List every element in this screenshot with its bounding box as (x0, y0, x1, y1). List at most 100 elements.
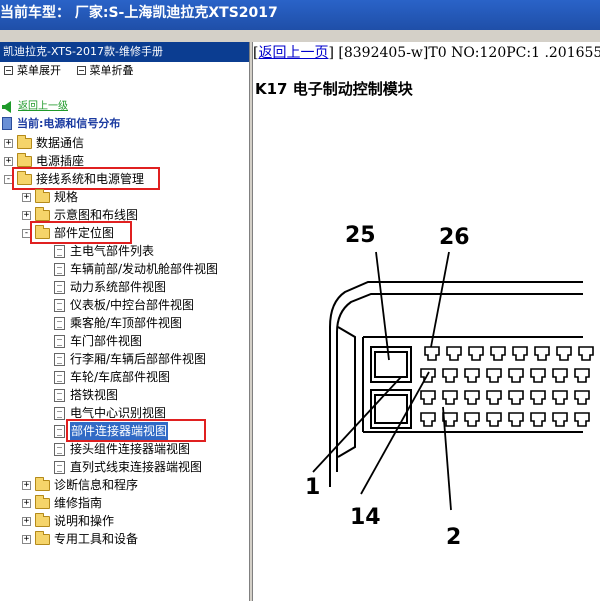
connector-pin (464, 412, 480, 427)
window-title-bar: 当前车型： 厂家:S-上海凯迪拉克XTS2017 (0, 0, 600, 30)
tree-item-label: 专用工具和设备 (54, 532, 139, 546)
content-breadcrumb: [返回上一页] [8392405-w]T0 NO:120PC:1 .201655 (253, 42, 600, 64)
expand-all-button[interactable]: 菜单展开 (4, 62, 61, 80)
expand-icon (4, 66, 13, 75)
connector-pin (574, 390, 590, 405)
connector-pin (468, 346, 484, 361)
connector-pin (574, 368, 590, 383)
callout-2: 2 (446, 525, 461, 550)
tree-item-label: 行李厢/车辆后部部件视图 (70, 352, 207, 366)
tree-item-label: 动力系统部件视图 (70, 280, 167, 294)
collapse-all-label: 菜单折叠 (89, 64, 134, 77)
folder-icon (35, 513, 50, 527)
tree-item[interactable]: 接头组件连接器端视图 (0, 440, 249, 458)
connector-pin (442, 368, 458, 383)
expand-toggle-icon[interactable]: + (22, 193, 31, 202)
connector-pin (424, 346, 440, 361)
callout-25: 25 (345, 223, 376, 248)
connector-pin (508, 412, 524, 427)
connector-pin (512, 346, 528, 361)
connector-pin (442, 390, 458, 405)
tree-item[interactable]: + 维修指南 (0, 494, 249, 512)
folder-icon (35, 207, 50, 221)
tree-item[interactable]: 乘客舱/车顶部件视图 (0, 314, 249, 332)
tree-item[interactable]: + 数据通信 (0, 134, 249, 152)
connector-pin (486, 412, 502, 427)
document-icon (54, 281, 65, 294)
document-icon (54, 317, 65, 330)
document-icon (54, 299, 65, 312)
tree-item[interactable]: 主电气部件列表 (0, 242, 249, 260)
connector-pin (556, 346, 572, 361)
tree-item[interactable]: 行李厢/车辆后部部件视图 (0, 350, 249, 368)
expand-toggle-icon[interactable]: + (4, 157, 13, 166)
tree-item-label: 规格 (54, 190, 79, 204)
document-icon (54, 263, 65, 276)
tree-item[interactable]: + 说明和操作 (0, 512, 249, 530)
callout-26: 26 (439, 225, 470, 250)
window-title: 当前车型： 厂家:S-上海凯迪拉克XTS2017 (0, 5, 278, 21)
collapse-all-button[interactable]: 菜单折叠 (76, 62, 134, 80)
tree-item-label: 仪表板/中控台部件视图 (70, 298, 195, 312)
page-title: K17 电子制动控制模块 (255, 80, 413, 98)
tree-item[interactable]: 动力系统部件视图 (0, 278, 249, 296)
connector-pin (530, 390, 546, 405)
connector-pin (490, 346, 506, 361)
back-page-link[interactable]: 返回上一页 (258, 45, 328, 61)
folder-icon (35, 189, 50, 203)
callout-1: 1 (305, 475, 320, 500)
tree-item[interactable]: 车门部件视图 (0, 332, 249, 350)
tree-item[interactable]: 仪表板/中控台部件视图 (0, 296, 249, 314)
tree-item[interactable]: 车辆前部/发动机舱部件视图 (0, 260, 249, 278)
tree-item[interactable]: 直列式线束连接器端视图 (0, 458, 249, 476)
expand-toggle-icon[interactable]: + (4, 139, 13, 148)
document-icon (54, 335, 65, 348)
connector-pin (420, 390, 436, 405)
window-menu-gap (0, 30, 600, 42)
document-icon (54, 371, 65, 384)
tree-item-label: 车门部件视图 (70, 334, 143, 348)
tree-item[interactable]: 车轮/车底部件视图 (0, 368, 249, 386)
folder-icon (17, 153, 32, 167)
tree-item[interactable]: + 专用工具和设备 (0, 530, 249, 548)
tree-toolbar: 菜单展开 菜单折叠 (0, 62, 249, 80)
expand-toggle-icon[interactable]: + (22, 211, 31, 220)
expand-toggle-icon[interactable]: + (22, 499, 31, 508)
connector-pin (574, 412, 590, 427)
connector-pin (420, 412, 436, 427)
tree-item[interactable]: + 规格 (0, 188, 249, 206)
tree-item-label: 维修指南 (54, 496, 103, 510)
navigation-pane: 凯迪拉克-XTS-2017款-维修手册 菜单展开 菜单折叠 返回上一级 当前:电… (0, 42, 249, 601)
expand-toggle-icon[interactable]: + (22, 517, 31, 526)
connector-pin (578, 346, 594, 361)
expand-toggle-icon[interactable]: + (22, 481, 31, 490)
back-link[interactable]: 返回上一级 (18, 98, 68, 116)
connector-pin (552, 368, 568, 383)
back-arrow-icon (2, 101, 11, 113)
document-icon (54, 443, 65, 456)
expand-all-label: 菜单展开 (17, 64, 61, 77)
tree-item-label: 数据通信 (36, 136, 85, 150)
tree-item-label: 说明和操作 (54, 514, 115, 528)
doc-reference: [8392405-w]T0 NO:120PC:1 .201655 (333, 45, 600, 61)
tree-item[interactable]: 搭铁视图 (0, 386, 249, 404)
connector-pin (464, 368, 480, 383)
folder-icon (35, 495, 50, 509)
expand-toggle-icon[interactable]: + (22, 535, 31, 544)
tree-item-label: 直列式线束连接器端视图 (70, 460, 203, 474)
manual-title: 凯迪拉克-XTS-2017款-维修手册 (0, 42, 249, 62)
document-icon (54, 461, 65, 474)
tree-item[interactable]: + 诊断信息和程序 (0, 476, 249, 494)
folder-icon (35, 531, 50, 545)
highlight-box (12, 167, 160, 190)
collapse-icon (76, 66, 86, 75)
document-icon (54, 389, 65, 402)
page-icon (2, 117, 12, 130)
connector-pin (446, 346, 462, 361)
folder-icon (35, 477, 50, 491)
connector-pin (486, 390, 502, 405)
current-location: 当前:电源和信号分布 (17, 117, 121, 130)
tree-item-label: 搭铁视图 (70, 388, 119, 402)
highlight-box (66, 419, 206, 442)
folder-icon (17, 135, 32, 149)
